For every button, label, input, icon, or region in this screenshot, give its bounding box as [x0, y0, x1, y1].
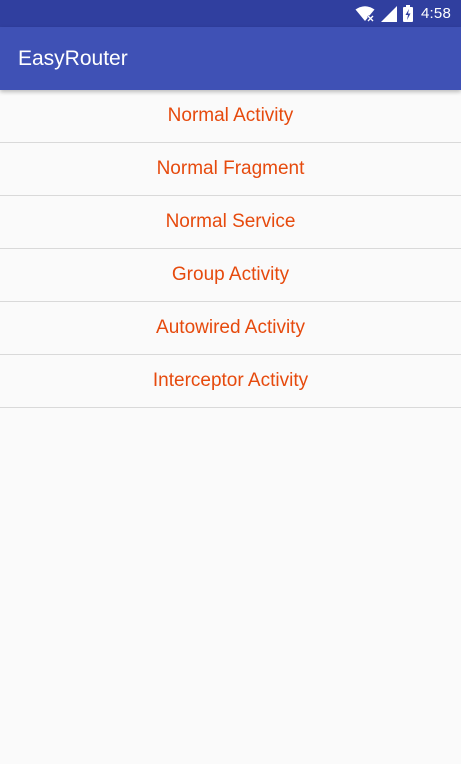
menu-list: Normal Activity Normal Fragment Normal S…	[0, 90, 461, 408]
autowired-activity-button[interactable]: Autowired Activity	[0, 302, 461, 355]
status-bar: 4:58	[0, 0, 461, 27]
app-title: EasyRouter	[18, 47, 128, 70]
wifi-icon	[355, 5, 375, 22]
battery-icon	[403, 5, 413, 22]
status-icons: 4:58	[355, 0, 451, 27]
normal-activity-button[interactable]: Normal Activity	[0, 90, 461, 143]
interceptor-activity-button[interactable]: Interceptor Activity	[0, 355, 461, 408]
app-bar: EasyRouter	[0, 27, 461, 90]
group-activity-button[interactable]: Group Activity	[0, 249, 461, 302]
normal-fragment-button[interactable]: Normal Fragment	[0, 143, 461, 196]
normal-service-button[interactable]: Normal Service	[0, 196, 461, 249]
signal-icon	[381, 5, 397, 22]
status-time: 4:58	[421, 5, 451, 22]
